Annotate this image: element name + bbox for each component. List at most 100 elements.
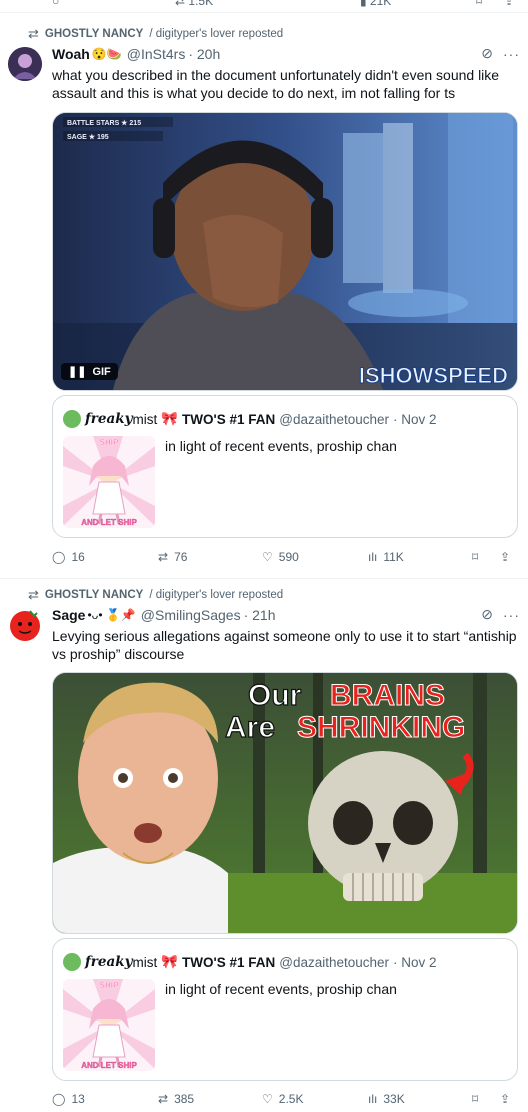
like-count: 590 xyxy=(278,550,299,564)
more-icon[interactable]: ··· xyxy=(503,607,520,623)
quote-header: freaky mist 🎀 TWO'S #1 FAN @dazaithetouc… xyxy=(63,953,437,971)
avatar[interactable] xyxy=(8,608,42,642)
quote-handle[interactable]: @dazaithetoucher xyxy=(279,955,389,970)
quote-avatar[interactable] xyxy=(63,953,81,971)
timestamp[interactable]: · 21h xyxy=(244,607,276,623)
tweet-image[interactable]: Our BRAINS Are SHRINKING xyxy=(52,672,518,934)
quote-thumbnail[interactable]: SHIP AND LET SHIP xyxy=(63,436,155,528)
repost-icon: ⇄ xyxy=(28,26,39,41)
repost-icon[interactable]: ⇄ 1.5K xyxy=(175,0,213,8)
heart-icon: ♡ xyxy=(262,1092,273,1106)
bookmark-button[interactable]: ⌑ xyxy=(472,1092,478,1106)
timestamp[interactable]: · 20h xyxy=(188,46,220,62)
like-button[interactable]: ♡ 590 xyxy=(262,550,299,564)
bow-icon: 🎀 xyxy=(161,411,179,426)
display-name[interactable]: Sage xyxy=(52,607,85,623)
repost-count: 385 xyxy=(174,1092,195,1106)
name-emoji: 😯🍉 xyxy=(91,46,122,61)
reposter-name: GHOSTLY NANCY xyxy=(44,589,144,601)
views-button[interactable]: ılı 33K xyxy=(368,1092,405,1106)
views-icon: ılı xyxy=(368,1092,378,1106)
like-count: 2.5K xyxy=(278,1092,304,1106)
bookmark-icon[interactable]: ⌑ xyxy=(476,0,482,8)
repost-icon: ⇄ xyxy=(28,587,39,602)
bow-icon: 🎀 xyxy=(161,954,179,969)
repost-button[interactable]: ⇄ 76 xyxy=(158,550,187,564)
quote-thumbnail[interactable]: SHIP AND LET SHIP xyxy=(63,979,155,1071)
quote-handle[interactable]: @dazaithetoucher xyxy=(279,412,389,427)
tweet[interactable]: ⇄ GHOSTLY NANCY / digityper's lover repo… xyxy=(0,578,528,1109)
reply-icon: ◯ xyxy=(52,1092,66,1106)
grok-icon[interactable]: ⊘ xyxy=(481,45,493,62)
avatar-image xyxy=(8,47,42,81)
quote-avatar[interactable] xyxy=(63,410,81,428)
headline-word: Our xyxy=(248,679,302,712)
headline-word: BRAINS xyxy=(330,679,445,712)
previous-tweet-actions: ○ ⇄ 1.5K ▮ 21K ⌑ ⇪ xyxy=(0,0,528,13)
quote-name-part: mist xyxy=(132,411,158,427)
like-button[interactable]: ♡ 2.5K xyxy=(262,1092,303,1106)
grok-icon[interactable]: ⊘ xyxy=(481,606,493,623)
quoted-tweet[interactable]: freaky mist 🎀 TWO'S #1 FAN @dazaithetouc… xyxy=(52,395,518,538)
tweet[interactable]: ⇄ GHOSTLY NANCY / digityper's lover repo… xyxy=(0,13,528,579)
share-icon[interactable]: ⇪ xyxy=(504,0,514,8)
repost-count: 76 xyxy=(174,550,188,564)
reply-button[interactable]: ◯ 13 xyxy=(52,1092,85,1106)
reply-button[interactable]: ◯ 16 xyxy=(52,550,85,564)
quote-time: · Nov 2 xyxy=(393,954,437,970)
thumbnail-image: Our BRAINS Are SHRINKING xyxy=(53,673,517,933)
tweet-header: Sage •ᴗ• 🥇📌 @SmilingSages · 21h ⊘ ··· xyxy=(52,606,520,623)
share-icon: ⇪ xyxy=(500,550,511,564)
name-emoji: •ᴗ• 🥇📌 xyxy=(87,607,136,622)
quote-text: in light of recent events, proship chan xyxy=(165,438,397,454)
reply-icon[interactable]: ○ xyxy=(52,0,59,8)
gif-label: GIF xyxy=(92,365,111,378)
proship-chan-image: SHIP AND LET SHIP xyxy=(63,979,155,1071)
tweet-text: what you described in the document unfor… xyxy=(52,67,500,101)
reply-count: 13 xyxy=(71,1092,85,1106)
hud-battle-stars: BATTLE STARS ★ 215 xyxy=(67,119,141,127)
thumb-bottom-text: AND LET SHIP xyxy=(81,518,137,527)
views-button[interactable]: ılı 11K xyxy=(368,550,404,564)
views-count: 33K xyxy=(383,1092,405,1106)
share-button[interactable]: ⇪ xyxy=(500,550,510,564)
repost-button[interactable]: ⇄ 385 xyxy=(158,1092,194,1106)
views-count: 11K xyxy=(383,550,404,564)
repost-context[interactable]: ⇄ GHOSTLY NANCY / digityper's lover repo… xyxy=(28,587,283,603)
quote-display-name: TWO'S #1 FAN xyxy=(182,411,276,427)
handle[interactable]: @InSt4rs xyxy=(127,46,186,62)
quote-name-part: freaky xyxy=(85,954,133,970)
display-name[interactable]: Woah xyxy=(52,46,90,62)
bookmark-icon: ⌑ xyxy=(472,1092,479,1106)
quote-display-name: TWO'S #1 FAN xyxy=(182,954,276,970)
quoted-tweet[interactable]: freaky mist 🎀 TWO'S #1 FAN @dazaithetouc… xyxy=(52,938,518,1081)
pause-icon: ❚❚ xyxy=(68,366,87,378)
avatar[interactable] xyxy=(8,47,42,81)
repost-icon: ⇄ xyxy=(158,550,169,564)
share-icon: ⇪ xyxy=(500,1092,511,1106)
reply-count: 16 xyxy=(71,550,85,564)
quote-name-part: freaky xyxy=(85,411,133,427)
share-button[interactable]: ⇪ xyxy=(500,1092,510,1106)
headline-word: Are xyxy=(225,711,275,744)
views-icon[interactable]: ▮ 21K xyxy=(360,0,391,8)
gif-badge[interactable]: ❚❚ GIF xyxy=(61,363,118,380)
proship-chan-image: SHIP AND LET SHIP xyxy=(63,436,155,528)
tweet-header: Woah 😯🍉 @InSt4rs · 20h ⊘ ··· xyxy=(52,45,520,62)
reposter-suffix: / digityper's lover reposted xyxy=(149,28,284,40)
reposter-name: GHOSTLY NANCY xyxy=(44,28,144,40)
bookmark-button[interactable]: ⌑ xyxy=(472,550,478,564)
views-icon: ılı xyxy=(368,550,378,564)
repost-context[interactable]: ⇄ GHOSTLY NANCY / digityper's lover repo… xyxy=(28,26,283,42)
handle[interactable]: @SmilingSages xyxy=(141,607,241,623)
thumb-bottom-text: AND LET SHIP xyxy=(81,1061,137,1070)
quote-name-part: mist xyxy=(132,954,158,970)
more-icon[interactable]: ··· xyxy=(503,46,520,62)
hud-sage: SAGE ★ 195 xyxy=(67,133,109,141)
reply-icon: ◯ xyxy=(52,550,66,564)
tweet-gif[interactable]: BATTLE STARS ★ 215 SAGE ★ 195 ISHOWSPEED… xyxy=(52,112,518,391)
repost-count: 1.5K xyxy=(188,0,214,8)
watermark-text: ISHOWSPEED xyxy=(359,363,508,388)
avatar-image xyxy=(8,608,42,642)
headline-word: SHRINKING xyxy=(297,711,465,744)
